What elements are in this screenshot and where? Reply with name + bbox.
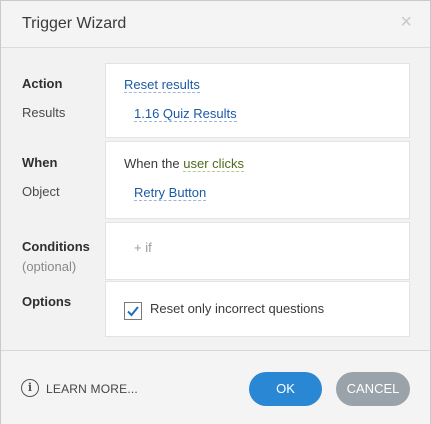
conditions-optional-label: (optional) bbox=[22, 259, 77, 274]
close-icon[interactable]: × bbox=[400, 12, 412, 32]
trigger-wizard-dialog: Trigger Wizard × Action Results Reset re… bbox=[0, 0, 431, 424]
reset-incorrect-label[interactable]: Reset only incorrect questions bbox=[150, 301, 324, 316]
conditions-panel: + if bbox=[105, 222, 410, 280]
object-label: Object bbox=[22, 184, 60, 199]
results-value-link[interactable]: 1.16 Quiz Results bbox=[134, 106, 237, 122]
cancel-button[interactable]: CANCEL bbox=[336, 372, 410, 406]
conditions-label: Conditions bbox=[22, 239, 90, 254]
add-condition-link[interactable]: + if bbox=[134, 240, 152, 255]
when-prefix-text: When the bbox=[124, 156, 180, 171]
options-panel: Reset only incorrect questions bbox=[105, 281, 410, 337]
action-value-link[interactable]: Reset results bbox=[124, 77, 200, 93]
results-label: Results bbox=[22, 105, 66, 120]
when-label: When bbox=[22, 155, 58, 170]
options-label: Options bbox=[22, 294, 72, 309]
dialog-title: Trigger Wizard bbox=[22, 15, 127, 32]
object-value-link[interactable]: Retry Button bbox=[134, 185, 207, 201]
dialog-footer: i LEARN MORE... OK CANCEL bbox=[1, 350, 430, 424]
reset-incorrect-checkbox[interactable] bbox=[124, 302, 142, 320]
dialog-body: Action Results Reset results 1.16 Quiz R… bbox=[1, 48, 430, 350]
title-bar: Trigger Wizard × bbox=[1, 1, 430, 48]
when-panel: When the user clicks Retry Button bbox=[105, 141, 410, 219]
learn-more-link[interactable]: LEARN MORE... bbox=[46, 382, 138, 396]
action-panel: Reset results 1.16 Quiz Results bbox=[105, 63, 410, 138]
ok-button[interactable]: OK bbox=[249, 372, 322, 406]
info-icon[interactable]: i bbox=[21, 379, 39, 397]
checkmark-icon bbox=[127, 306, 139, 317]
action-label: Action bbox=[22, 76, 63, 91]
when-value-link[interactable]: user clicks bbox=[183, 156, 244, 172]
